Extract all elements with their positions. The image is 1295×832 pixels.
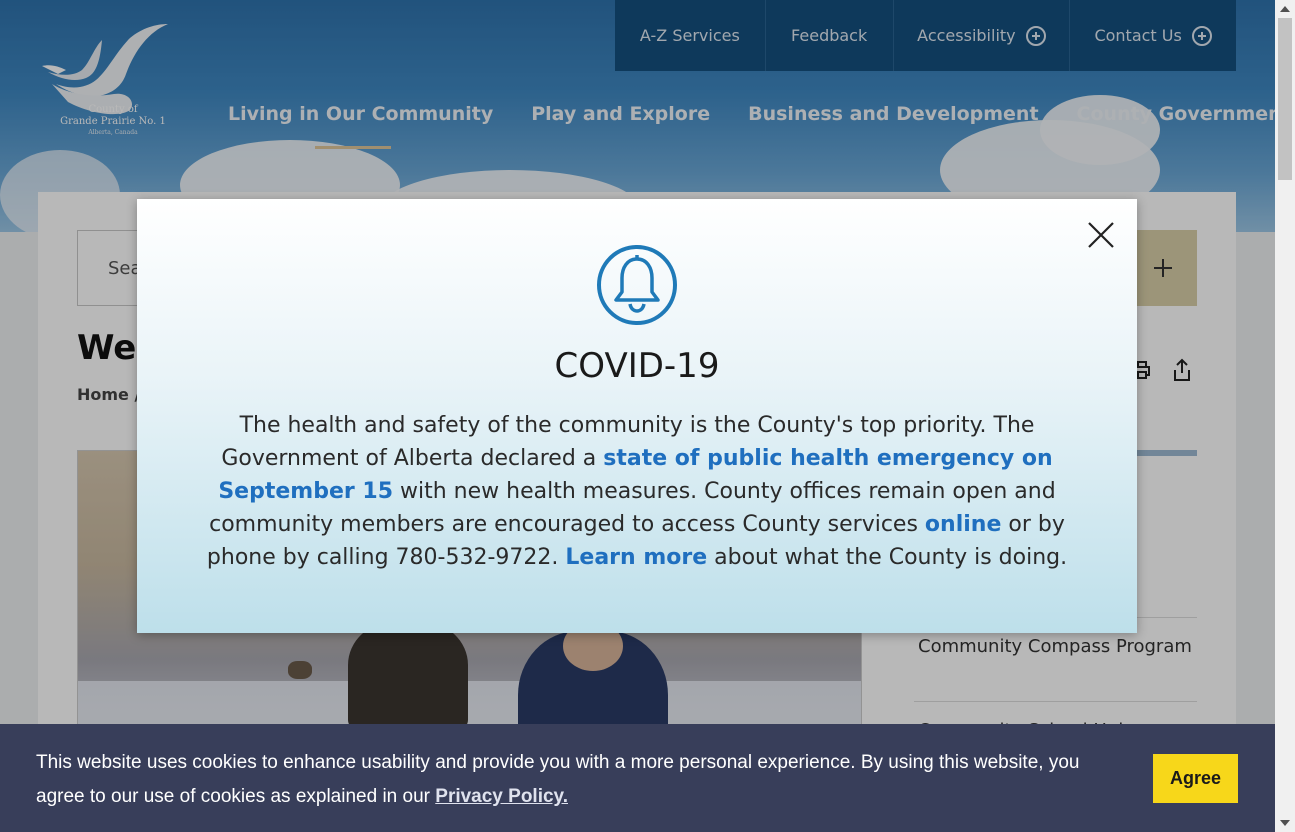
scroll-thumb[interactable]	[1278, 18, 1292, 180]
modal-text: about what the County is doing.	[707, 545, 1068, 570]
modal-title: COVID-19	[554, 346, 720, 386]
online-services-link[interactable]: online	[925, 512, 1001, 537]
page-scrollbar[interactable]	[1275, 0, 1295, 832]
scroll-up-icon[interactable]	[1280, 6, 1290, 12]
privacy-policy-link[interactable]: Privacy Policy.	[435, 786, 568, 807]
cookie-consent-bar: This website uses cookies to enhance usa…	[0, 724, 1275, 832]
cookie-message: This website uses cookies to enhance usa…	[36, 746, 1116, 814]
modal-body: The health and safety of the community i…	[197, 409, 1077, 574]
learn-more-link[interactable]: Learn more	[565, 545, 707, 570]
close-icon[interactable]	[1087, 221, 1115, 249]
agree-button[interactable]: Agree	[1153, 754, 1238, 803]
bell-icon	[597, 245, 677, 325]
scroll-down-icon[interactable]	[1280, 820, 1290, 826]
covid-alert-modal: COVID-19 The health and safety of the co…	[137, 199, 1137, 633]
